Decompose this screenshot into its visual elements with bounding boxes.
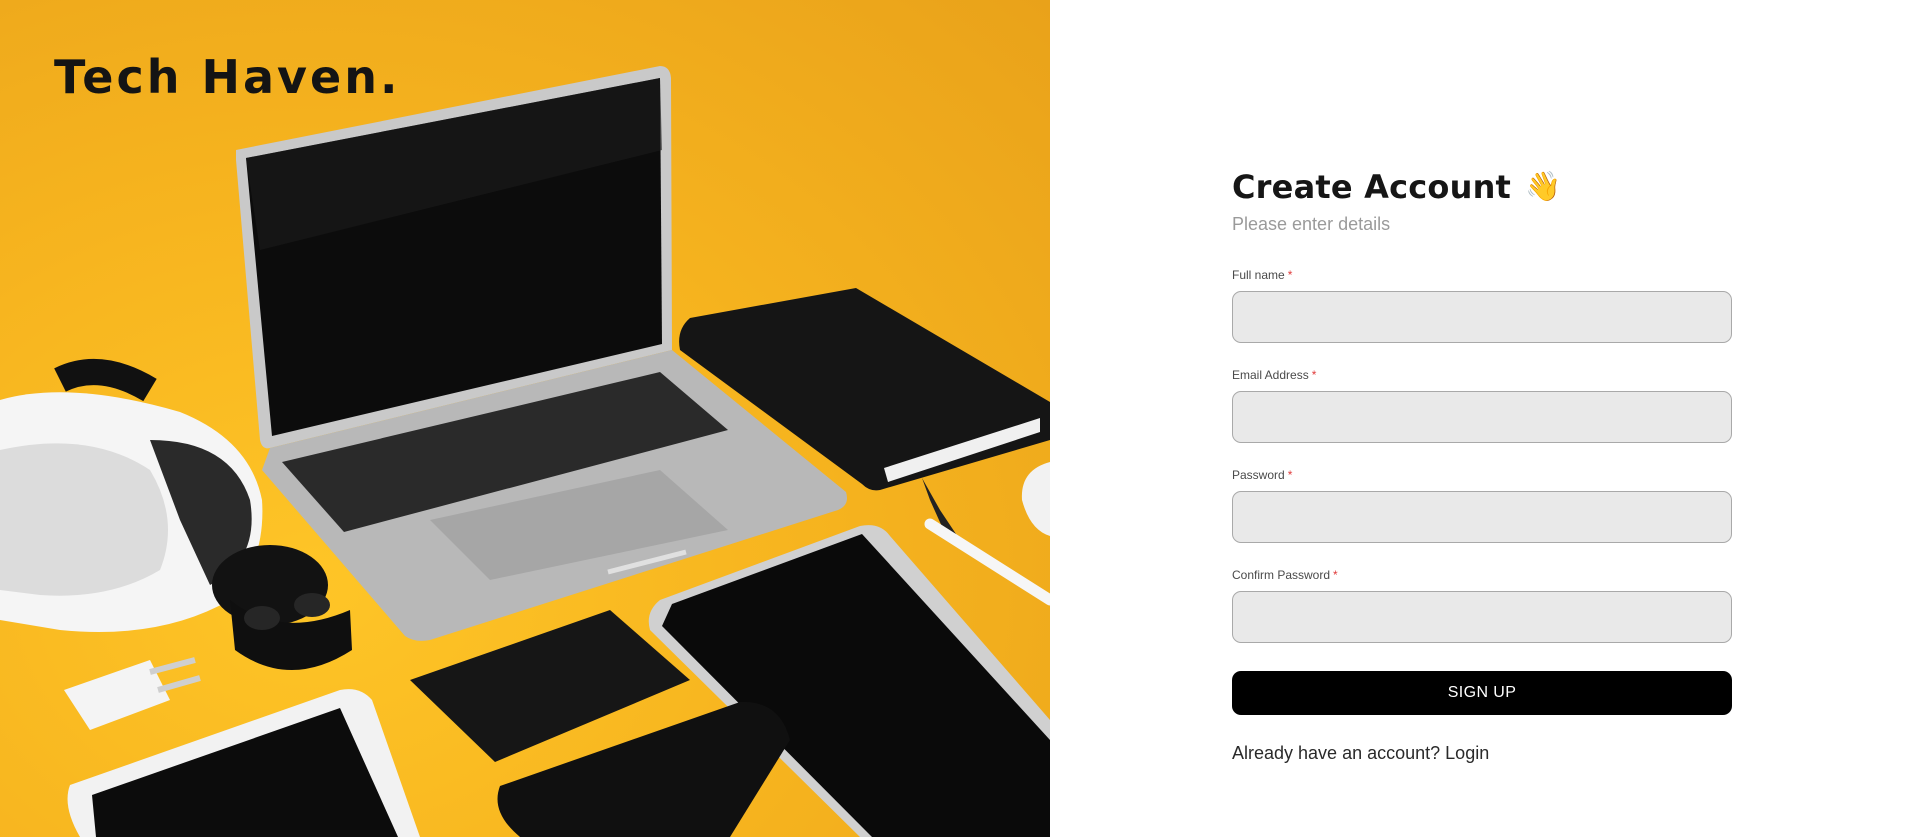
email-label-text: Email Address — [1232, 368, 1309, 382]
email-field-group: Email Address * — [1232, 368, 1732, 443]
login-prompt: Already have an account? Login — [1232, 743, 1489, 764]
page-subtitle: Please enter details — [1232, 214, 1391, 234]
title-row: Create Account 👋 — [1232, 168, 1732, 206]
signup-panel: Create Account 👋 Please enter details Fu… — [1050, 0, 1907, 837]
password-label: Password * — [1232, 468, 1732, 482]
confirm-password-field-group: Confirm Password * — [1232, 568, 1732, 643]
required-marker: * — [1333, 568, 1338, 582]
password-label-text: Password — [1232, 468, 1285, 482]
hero-panel: Tech Haven. — [0, 0, 1050, 837]
login-prompt-text: Already have an account? — [1232, 743, 1441, 763]
email-input[interactable] — [1232, 391, 1732, 443]
page-title: Create Account — [1232, 168, 1512, 206]
confirm-password-input[interactable] — [1232, 591, 1732, 643]
required-marker: * — [1287, 468, 1293, 482]
confirm-password-label-text: Confirm Password — [1232, 568, 1331, 582]
password-input[interactable] — [1232, 491, 1732, 543]
email-label: Email Address * — [1232, 368, 1732, 382]
brand-logo: Tech Haven. — [54, 50, 401, 104]
required-marker: * — [1287, 268, 1293, 282]
required-marker: * — [1311, 368, 1317, 382]
login-link[interactable]: Login — [1445, 743, 1489, 763]
password-field-group: Password * — [1232, 468, 1732, 543]
sign-up-button[interactable]: SIGN UP — [1232, 671, 1732, 715]
full-name-label-text: Full name — [1232, 268, 1285, 282]
full-name-input[interactable] — [1232, 291, 1732, 343]
wave-icon: 👋 — [1525, 170, 1562, 203]
full-name-label: Full name * — [1232, 268, 1732, 282]
confirm-password-label: Confirm Password * — [1232, 568, 1732, 582]
hero-photo — [0, 66, 1050, 837]
signup-form: Create Account 👋 Please enter details Fu… — [1232, 168, 1732, 763]
full-name-field-group: Full name * — [1232, 268, 1732, 343]
